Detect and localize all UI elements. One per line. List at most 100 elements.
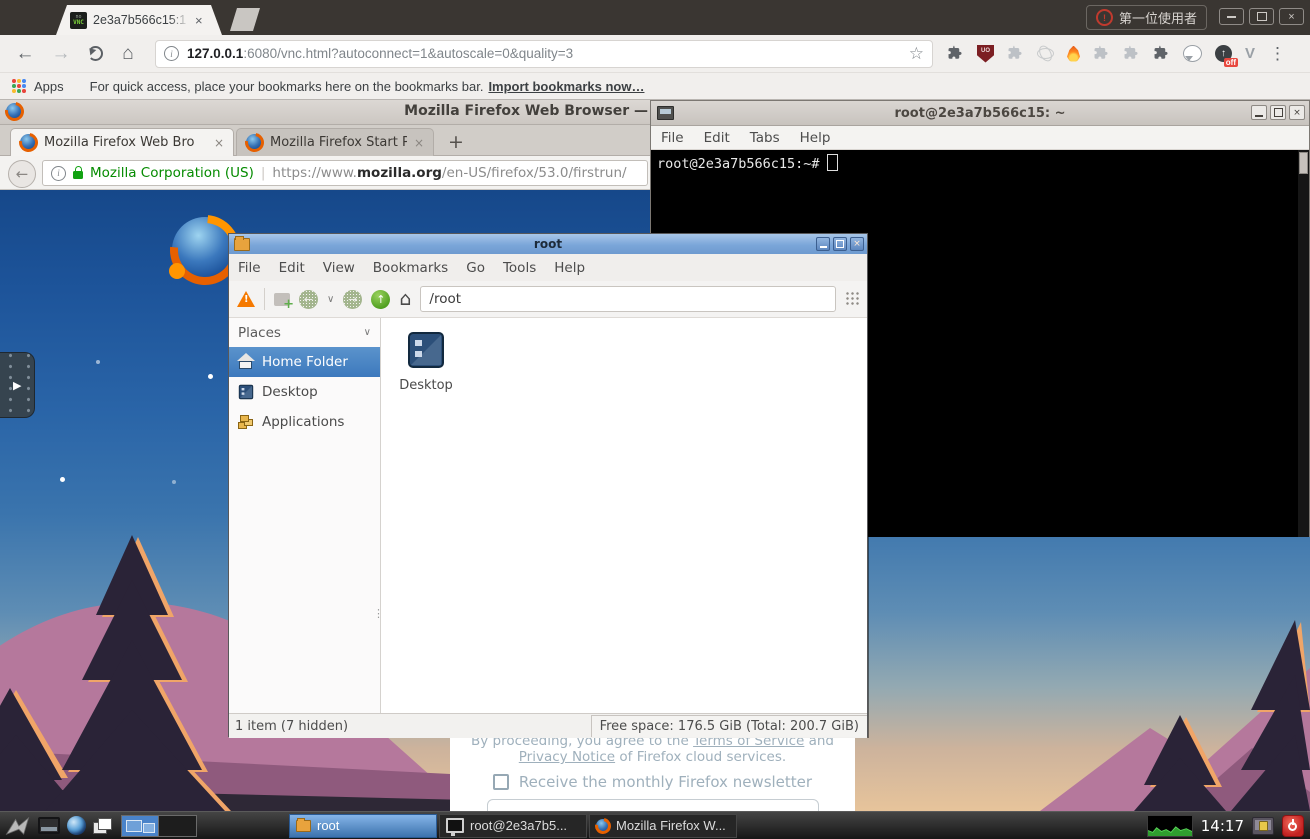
fm-menu-view[interactable]: View (314, 260, 364, 276)
power-button[interactable] (1282, 815, 1304, 837)
lock-screen-icon[interactable] (1252, 817, 1274, 835)
terminal-maximize-button[interactable] (1270, 105, 1286, 120)
taskbar-button-root[interactable]: root (289, 814, 437, 838)
applications-icon (238, 415, 254, 430)
devtools-atom-icon[interactable] (1037, 45, 1054, 62)
sidebar-item-label: Desktop (262, 384, 318, 400)
extension-puzzle-icon[interactable] (947, 45, 964, 62)
forward-icon[interactable]: → (50, 43, 72, 65)
terminal-menu-file[interactable]: File (651, 130, 694, 146)
extension-puzzle-icon[interactable] (1093, 45, 1110, 62)
fm-home-icon[interactable]: ⌂ (399, 290, 411, 309)
taskbar-button-terminal[interactable]: root@2e3a7b5... (439, 814, 587, 838)
bookmark-star-icon[interactable]: ☆ (909, 44, 924, 64)
sidebar-item-home-folder[interactable]: Home Folder (229, 347, 380, 377)
path-input[interactable]: /root (420, 286, 836, 312)
terminal-menu-edit[interactable]: Edit (694, 130, 740, 146)
file-item-desktop[interactable]: Desktop (387, 330, 465, 393)
apps-label[interactable]: Apps (34, 79, 64, 94)
terminal-menu-help[interactable]: Help (790, 130, 841, 146)
fm-minimize-button[interactable] (816, 237, 830, 251)
places-header[interactable]: Places ∨ (229, 318, 380, 347)
proxy-icon[interactable]: ↑off (1215, 45, 1232, 62)
novnc-control-handle[interactable]: ▶ (0, 352, 35, 418)
sidebar-item-applications[interactable]: Applications (229, 407, 380, 437)
newsletter-label: Receive the monthly Firefox newsletter (519, 773, 812, 791)
fm-close-button[interactable]: × (850, 237, 864, 251)
chrome-tab-close-icon[interactable]: × (195, 14, 203, 27)
ublock-icon[interactable]: UO (977, 45, 994, 63)
places-label: Places (238, 325, 281, 341)
workspace-1[interactable] (121, 815, 159, 837)
fm-menu-go[interactable]: Go (457, 260, 494, 276)
fm-menu-help[interactable]: Help (545, 260, 594, 276)
warning-icon[interactable] (237, 291, 255, 307)
firefox-address-bar[interactable]: i Mozilla Corporation (US) | https://www… (42, 160, 648, 186)
file-manager-titlebar[interactable]: root × (229, 234, 867, 254)
firefox-tab-inactive[interactable]: Mozilla Firefox Start Pag × (236, 128, 434, 156)
vimium-icon[interactable]: V (1245, 45, 1255, 62)
minimize-button[interactable] (1219, 8, 1244, 25)
chrome-menu-icon[interactable]: ⋮ (1269, 44, 1286, 64)
reload-icon[interactable] (88, 46, 103, 61)
fm-forward-button[interactable]: → (343, 290, 362, 309)
fm-new-tab-icon[interactable] (274, 293, 290, 306)
firefox-tab-label: Mozilla Firefox Start Pag (270, 135, 407, 150)
fm-back-button[interactable]: ← (299, 290, 318, 309)
terminal-close-button[interactable]: × (1289, 105, 1305, 120)
chrome-new-tab-button[interactable] (230, 8, 260, 31)
desktop-folder-icon (406, 330, 446, 370)
show-desktop-icon[interactable] (93, 818, 111, 833)
workspace-2[interactable] (159, 815, 197, 837)
import-bookmarks-link[interactable]: Import bookmarks now… (488, 79, 644, 94)
pane-splitter-handle[interactable]: ⋮ (373, 612, 384, 616)
taskbar-button-firefox[interactable]: Mozilla Firefox W... (589, 814, 737, 838)
taskbar-button-label: Mozilla Firefox W... (616, 818, 726, 833)
terminal-minimize-button[interactable] (1251, 105, 1267, 120)
maximize-button[interactable] (1249, 8, 1274, 25)
file-list-area[interactable]: Desktop (381, 318, 867, 713)
workspace-pager[interactable] (121, 815, 197, 837)
fm-menu-edit[interactable]: Edit (270, 260, 314, 276)
identity-label[interactable]: Mozilla Corporation (US) (90, 165, 254, 181)
extension-puzzle-icon[interactable] (1153, 45, 1170, 62)
clock[interactable]: 14:17 (1201, 817, 1244, 835)
email-field[interactable] (487, 799, 819, 811)
newsletter-checkbox[interactable] (493, 774, 509, 790)
terminal-menu-tabs[interactable]: Tabs (740, 130, 790, 146)
chrome-tab[interactable]: no VNC 2e3a7b566c15:1 - noVNC × (56, 5, 222, 35)
fm-history-chevron-icon[interactable]: ∨ (327, 294, 334, 305)
window-controls: × (1219, 8, 1304, 25)
apps-grid-icon[interactable] (12, 79, 26, 93)
web-browser-launcher-icon[interactable] (67, 816, 86, 835)
tab-close-icon[interactable]: × (214, 136, 224, 150)
firefox-tab-favicon (20, 134, 37, 151)
file-manager-launcher-icon[interactable] (38, 817, 60, 834)
profile-chip[interactable]: ! 第一位使用者 (1086, 5, 1207, 30)
path-options-icon[interactable] (845, 291, 859, 307)
home-icon[interactable]: ⌂ (117, 43, 139, 65)
terminal-scrollbar[interactable] (1298, 150, 1309, 537)
fm-up-button[interactable]: ↑ (371, 290, 390, 309)
back-icon[interactable]: ← (14, 43, 36, 65)
fm-maximize-button[interactable] (833, 237, 847, 251)
sidebar-item-desktop[interactable]: Desktop (229, 377, 380, 407)
firefox-back-button[interactable]: ← (8, 160, 36, 188)
fm-menu-bookmarks[interactable]: Bookmarks (364, 260, 457, 276)
flame-icon[interactable] (1067, 46, 1080, 62)
page-info-icon[interactable]: i (164, 46, 179, 61)
extension-puzzle-icon[interactable] (1007, 45, 1024, 62)
tab-close-icon[interactable]: × (414, 136, 424, 150)
firefox-new-tab-button[interactable]: + (448, 131, 464, 153)
firefox-tab-active[interactable]: Mozilla Firefox Web Bro × (10, 128, 234, 156)
close-button[interactable]: × (1279, 8, 1304, 25)
fm-menu-tools[interactable]: Tools (494, 260, 545, 276)
address-bar[interactable]: i 127.0.0.1:6080/vnc.html?autoconnect=1&… (155, 40, 933, 68)
lxde-menu-icon[interactable] (5, 816, 31, 836)
fm-menu-file[interactable]: File (229, 260, 270, 276)
privacy-notice-link[interactable]: Privacy Notice (519, 749, 615, 765)
terminal-titlebar[interactable]: root@2e3a7b566c15: ~ × (651, 101, 1309, 126)
extension-puzzle-icon[interactable] (1123, 45, 1140, 62)
chat-bubble-icon[interactable] (1183, 45, 1202, 62)
firefox-info-icon[interactable]: i (51, 166, 66, 181)
